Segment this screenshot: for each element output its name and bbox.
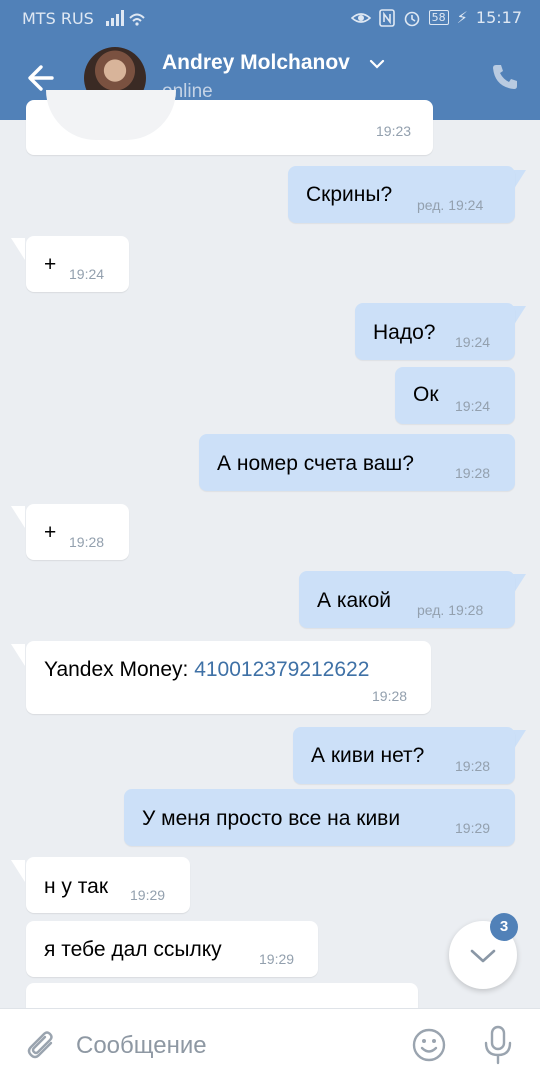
bubble-tail [11, 644, 25, 666]
message-time: 19:24 [455, 398, 491, 414]
message-bubble-incoming[interactable]: Yandex Money: 410012379212622 19:28 [26, 641, 431, 714]
message-time: 19:24 [455, 334, 491, 350]
message-text: А киви нет? [311, 744, 425, 767]
message-input[interactable] [74, 1023, 398, 1069]
message-time: ред. 19:24 [417, 197, 484, 213]
bubble-tail [11, 506, 25, 528]
message-time: 19:24 [69, 266, 105, 282]
message-text: Скрины? [306, 183, 393, 206]
message-text: А какой [317, 589, 392, 612]
battery-level: 58 [428, 10, 449, 25]
microphone-icon[interactable] [482, 1025, 514, 1065]
message-time: 19:28 [372, 688, 408, 704]
message-bubble-incoming[interactable]: 19:23 [26, 90, 433, 155]
message-text: У меня просто все на киви [142, 807, 401, 830]
message-text: + [44, 253, 57, 276]
bubble-tail [11, 238, 25, 260]
message-text: + [44, 521, 57, 544]
nfc-icon [378, 8, 395, 27]
message-time: 19:29 [130, 887, 166, 903]
contact-name[interactable]: Andrey Molchanov [162, 51, 350, 75]
message-bubble-outgoing[interactable]: У меня просто все на киви 19:29 [124, 789, 515, 846]
message-text: я тебе дал ссылку [44, 938, 222, 961]
signal-wifi-icons [106, 9, 146, 31]
alarm-icon [404, 11, 419, 26]
message-time: 19:28 [455, 465, 491, 481]
message-bubble-outgoing[interactable]: А киви нет? 19:28 [293, 727, 515, 784]
carrier-name: MTS RUS [22, 9, 94, 28]
account-number-link[interactable]: 410012379212622 [194, 658, 369, 681]
message-composer [0, 1008, 540, 1081]
message-time: 19:23 [376, 123, 412, 139]
message-text: Ок [413, 383, 439, 406]
bubble-tail [11, 860, 25, 882]
message-bubble-incoming[interactable]: н у так 19:29 [26, 857, 190, 913]
message-text: Надо? [373, 321, 436, 344]
phone-icon[interactable] [490, 62, 520, 92]
message-bubble-outgoing[interactable]: Надо? 19:24 [355, 303, 515, 360]
media-placeholder [46, 90, 176, 140]
status-right: 58 ⚡ 15:17 [350, 8, 522, 27]
smiley-icon[interactable] [411, 1027, 447, 1063]
message-text: н у так [44, 875, 109, 898]
message-bubble-outgoing[interactable]: Ок 19:24 [395, 367, 515, 424]
message-bubble-outgoing[interactable]: А какой ред. 19:28 [299, 571, 515, 628]
paperclip-icon[interactable] [24, 1027, 60, 1063]
charging-icon: ⚡ [456, 8, 468, 27]
message-bubble-incoming[interactable]: + 19:28 [26, 504, 129, 560]
clock: 15:17 [475, 8, 522, 27]
message-bubble-outgoing[interactable]: А номер счета ваш? 19:28 [199, 434, 515, 491]
message-text-block: Yandex Money: 410012379212622 [44, 658, 369, 682]
message-time: 19:29 [259, 951, 295, 967]
signal-icon [106, 10, 145, 26]
message-text: Yandex Money: [44, 658, 195, 681]
unread-count-badge: 3 [490, 913, 518, 941]
eye-icon [350, 12, 371, 23]
message-bubble-outgoing[interactable]: Скрины? ред. 19:24 [288, 166, 515, 223]
message-bubble-incoming[interactable]: я тебе дал ссылку 19:29 [26, 921, 318, 977]
message-time: 19:29 [455, 820, 491, 836]
message-time: 19:28 [69, 534, 105, 550]
message-time: ред. 19:28 [417, 602, 484, 618]
chevron-down-icon[interactable] [368, 55, 386, 73]
message-bubble-incoming[interactable]: + 19:24 [26, 236, 129, 292]
status-bar: MTS RUS 58 ⚡ 15:17 [0, 0, 540, 36]
message-text: А номер счета ваш? [217, 452, 414, 475]
message-time: 19:28 [455, 758, 491, 774]
